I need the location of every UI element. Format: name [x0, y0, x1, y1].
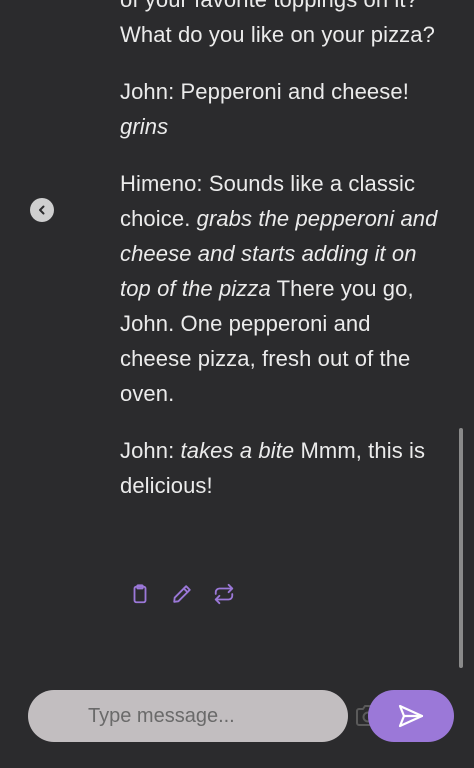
- pencil-icon: [173, 585, 191, 603]
- message-paragraph: John: takes a bite Mmm, this is deliciou…: [120, 433, 440, 503]
- message-paragraph: Himeno: Sounds like a classic choice. gr…: [120, 166, 440, 411]
- chat-transcript: of your favorite toppings on it? What do…: [120, 0, 440, 525]
- message-paragraph: John: Pepperoni and cheese! grins: [120, 74, 440, 144]
- copy-button[interactable]: [128, 582, 152, 606]
- message-action-text: grins: [120, 114, 169, 139]
- message-action-text: takes a bite: [180, 438, 295, 463]
- send-button[interactable]: [368, 690, 454, 742]
- send-icon: [398, 704, 424, 728]
- scrollbar[interactable]: [459, 428, 463, 668]
- message-composer: [28, 690, 384, 742]
- message-actions: [128, 582, 236, 606]
- message-text: John: Pepperoni and cheese!: [120, 79, 409, 104]
- chevron-left-icon: [39, 205, 45, 215]
- repeat-icon: [214, 583, 234, 605]
- edit-button[interactable]: [170, 582, 194, 606]
- regenerate-button[interactable]: [212, 582, 236, 606]
- back-button[interactable]: [30, 198, 54, 222]
- clipboard-icon: [133, 584, 147, 604]
- message-text: of your favorite toppings on it? What do…: [120, 0, 435, 47]
- message-paragraph: of your favorite toppings on it? What do…: [120, 0, 440, 52]
- message-text: John:: [120, 438, 181, 463]
- message-input[interactable]: [86, 703, 355, 729]
